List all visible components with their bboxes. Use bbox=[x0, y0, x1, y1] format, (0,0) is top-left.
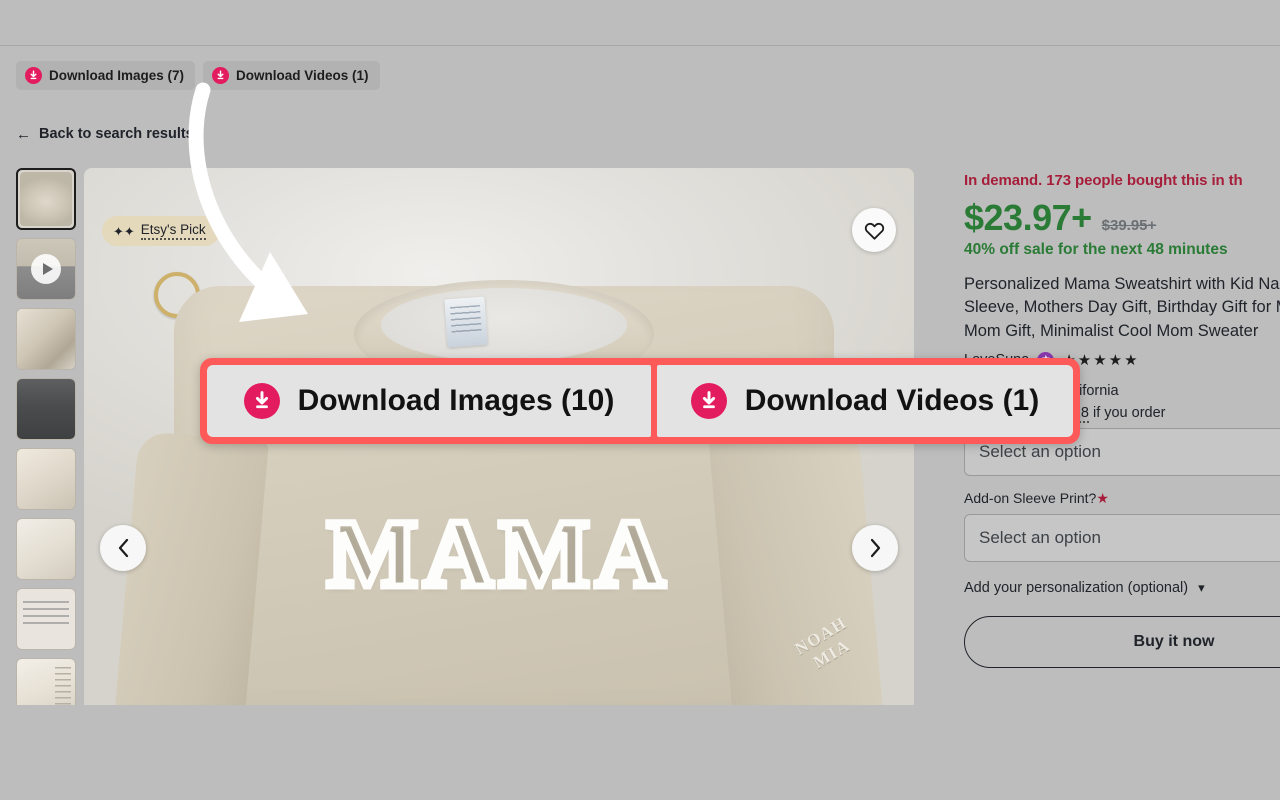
option-label-2: Add-on Sleeve Print?★ bbox=[964, 490, 1280, 507]
thumbnail-image bbox=[20, 172, 72, 226]
thumbnail-artwork bbox=[17, 659, 75, 705]
thumbnail-image bbox=[17, 309, 75, 369]
mama-lettering: MAMA bbox=[84, 498, 914, 609]
overlay-download-images-button[interactable]: Download Images (10) bbox=[207, 365, 651, 437]
thumbnail-artwork bbox=[17, 309, 75, 369]
back-link-label: Back to search results bbox=[39, 126, 194, 142]
page-bottom-filler bbox=[0, 705, 1280, 800]
original-price: $39.95+ bbox=[1102, 217, 1157, 234]
back-to-search-results-link[interactable]: ← Back to search results bbox=[16, 126, 194, 142]
sparkle-icon: ✦✦ bbox=[113, 225, 135, 238]
option-select-2-value: Select an option bbox=[979, 528, 1101, 548]
thumbnail-image bbox=[17, 589, 75, 649]
download-overlay-highlight: Download Images (10) Download Videos (1) bbox=[200, 358, 1080, 444]
download-circle-icon bbox=[212, 67, 229, 84]
current-price: $23.97+ bbox=[964, 197, 1092, 239]
toolbar-download-videos-button[interactable]: Download Videos (1) bbox=[203, 61, 380, 90]
thumb-cream-sweatshirt[interactable] bbox=[16, 448, 76, 510]
overlay-download-videos-label: Download Videos (1) bbox=[745, 384, 1039, 418]
thumbnail-artwork bbox=[17, 379, 75, 439]
option-select-1-value: Select an option bbox=[979, 442, 1101, 462]
personalization-label: Add your personalization (optional) bbox=[964, 580, 1188, 596]
sleeve-names-text: NOAH MIA bbox=[791, 612, 862, 678]
play-icon bbox=[31, 254, 61, 284]
thumbnail-image bbox=[17, 449, 75, 509]
chevron-left-icon bbox=[117, 538, 130, 558]
toolbar-download-videos-label: Download Videos (1) bbox=[236, 69, 369, 83]
toolbar-download-images-label: Download Images (7) bbox=[49, 69, 184, 83]
neck-label-tag bbox=[444, 297, 487, 348]
screen-root: ← Back to search results NOAH MIA MAMA ✦… bbox=[0, 0, 1280, 800]
price-row: $23.97+ $39.95+ bbox=[964, 197, 1280, 239]
thumb-model-wearing[interactable] bbox=[16, 308, 76, 370]
chevron-down-icon: ▾ bbox=[1198, 580, 1205, 596]
required-asterisk: ★ bbox=[1096, 490, 1109, 506]
favorite-button[interactable] bbox=[852, 208, 896, 252]
thumbnail-rail[interactable] bbox=[16, 168, 76, 705]
in-demand-notice: In demand. 173 people bought this in th bbox=[964, 172, 1280, 189]
thumb-dark-sweatshirt[interactable] bbox=[16, 378, 76, 440]
thumbnail-image bbox=[17, 519, 75, 579]
toolbar-download-images-button[interactable]: Download Images (7) bbox=[16, 61, 195, 90]
carousel-prev-button[interactable] bbox=[100, 525, 146, 571]
overlay-download-images-label: Download Images (10) bbox=[298, 384, 615, 418]
thumbnail-artwork bbox=[17, 449, 75, 509]
overlay-download-videos-button[interactable]: Download Videos (1) bbox=[657, 365, 1073, 437]
thumbnail-artwork bbox=[20, 172, 72, 226]
option-select-2[interactable]: Select an option bbox=[964, 514, 1280, 562]
heart-outline-icon bbox=[864, 221, 885, 240]
thumbnail-artwork bbox=[17, 519, 75, 579]
buy-it-now-button[interactable]: Buy it now bbox=[964, 616, 1280, 668]
thumbnail-image bbox=[17, 379, 75, 439]
carousel-next-button[interactable] bbox=[852, 525, 898, 571]
extension-toolbar: Download Images (7) Download Videos (1) bbox=[16, 61, 380, 90]
personalization-toggle[interactable]: Add your personalization (optional) ▾ bbox=[964, 580, 1280, 596]
sale-countdown-note: 40% off sale for the next 48 minutes bbox=[964, 241, 1280, 259]
thumb-sweatshirt-flatlay[interactable] bbox=[16, 168, 76, 230]
download-circle-icon bbox=[244, 383, 280, 419]
download-circle-icon bbox=[25, 67, 42, 84]
thumbnail-artwork bbox=[17, 589, 75, 649]
product-title: Personalized Mama Sweatshirt with Kid Na… bbox=[964, 273, 1280, 343]
thumb-closeup-mama[interactable] bbox=[16, 518, 76, 580]
thumbnail-image bbox=[17, 239, 75, 299]
arrow-left-icon: ← bbox=[16, 127, 31, 142]
thumbnail-image bbox=[17, 659, 75, 705]
eta-suffix: if you order bbox=[1093, 405, 1166, 421]
thumb-size-chart[interactable] bbox=[16, 658, 76, 705]
download-circle-icon bbox=[691, 383, 727, 419]
chevron-right-icon bbox=[869, 538, 882, 558]
etsys-pick-badge[interactable]: ✦✦ Etsy's Pick bbox=[102, 216, 220, 246]
etsys-pick-label: Etsy's Pick bbox=[141, 222, 206, 240]
thumb-video[interactable] bbox=[16, 238, 76, 300]
thumb-font-chart[interactable] bbox=[16, 588, 76, 650]
